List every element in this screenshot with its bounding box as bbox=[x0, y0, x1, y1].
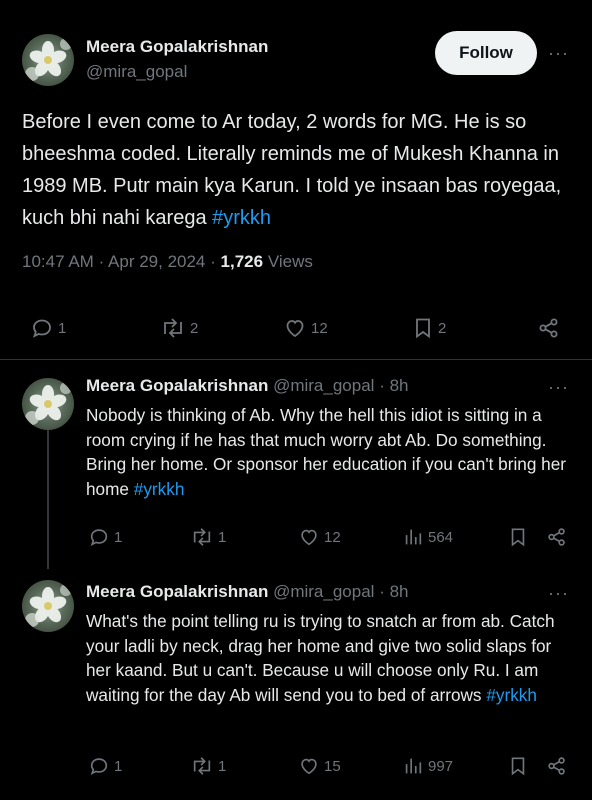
reply-text: Nobody is thinking of Ab. Why the hell t… bbox=[86, 403, 576, 501]
flower-icon bbox=[25, 584, 72, 627]
like-button[interactable]: 12 bbox=[298, 526, 341, 548]
share-button[interactable] bbox=[546, 526, 568, 548]
share-icon bbox=[548, 528, 565, 546]
reply-age[interactable]: 8h bbox=[390, 376, 409, 395]
views-button[interactable]: 997 bbox=[402, 755, 453, 777]
tweet-text: Before I even come to Ar today, 2 words … bbox=[22, 106, 577, 234]
author-name[interactable]: Meera Gopalakrishnan bbox=[86, 582, 268, 601]
avatar[interactable] bbox=[22, 580, 74, 632]
repost-count: 2 bbox=[190, 319, 199, 337]
author-name[interactable]: Meera Gopalakrishnan bbox=[86, 376, 268, 395]
follow-button[interactable]: Follow bbox=[435, 31, 537, 75]
repost-icon bbox=[193, 757, 211, 775]
tweet-body: Before I even come to Ar today, 2 words … bbox=[22, 111, 562, 229]
reply-icon bbox=[32, 319, 51, 338]
separator: · bbox=[379, 582, 385, 601]
reply-count: 1 bbox=[58, 319, 67, 337]
reply-age[interactable]: 8h bbox=[390, 582, 409, 601]
repost-icon bbox=[193, 528, 211, 546]
bookmark-icon bbox=[511, 528, 525, 547]
repost-count: 1 bbox=[218, 757, 227, 775]
tweet-meta: 10:47 AM · Apr 29, 2024 · 1,726 Views bbox=[22, 252, 313, 272]
like-count: 15 bbox=[324, 757, 341, 775]
reply-text: What's the point telling ru is trying to… bbox=[86, 609, 576, 707]
views-icon bbox=[405, 758, 422, 774]
author-handle[interactable]: @mira_gopal bbox=[86, 62, 187, 82]
like-icon bbox=[301, 529, 317, 546]
repost-icon bbox=[164, 318, 182, 338]
reply-count: 1 bbox=[114, 528, 123, 546]
tweet-date[interactable]: Apr 29, 2024 bbox=[108, 252, 205, 271]
flower-icon bbox=[25, 38, 72, 81]
share-icon bbox=[539, 318, 558, 338]
author-name[interactable]: Meera Gopalakrishnan bbox=[86, 37, 268, 57]
reply-count: 1 bbox=[114, 757, 123, 775]
views-button[interactable]: 564 bbox=[402, 526, 453, 548]
bookmark-icon bbox=[416, 318, 430, 339]
more-icon[interactable]: ··· bbox=[548, 378, 569, 396]
share-button[interactable] bbox=[546, 755, 568, 777]
bookmark-button[interactable] bbox=[508, 755, 528, 777]
thread-connector bbox=[47, 424, 49, 569]
separator: · bbox=[379, 376, 385, 395]
author-handle[interactable]: @mira_gopal bbox=[273, 582, 374, 601]
like-button[interactable]: 12 bbox=[283, 316, 328, 340]
author-handle[interactable]: @mira_gopal bbox=[273, 376, 374, 395]
reply-icon bbox=[90, 758, 108, 775]
views-icon bbox=[405, 529, 422, 545]
bookmark-icon bbox=[511, 757, 525, 776]
separator: · bbox=[210, 252, 216, 271]
avatar[interactable] bbox=[22, 378, 74, 430]
like-icon bbox=[301, 758, 317, 775]
more-icon[interactable]: ··· bbox=[548, 584, 569, 602]
separator: · bbox=[98, 252, 105, 271]
views-count: 997 bbox=[428, 757, 454, 775]
reply-header: Meera Gopalakrishnan @mira_gopal · 8h bbox=[86, 582, 409, 602]
like-button[interactable]: 15 bbox=[298, 755, 341, 777]
bookmark-count: 2 bbox=[438, 319, 447, 337]
tweet-time[interactable]: 10:47 AM bbox=[22, 252, 94, 271]
avatar[interactable] bbox=[22, 34, 74, 86]
divider bbox=[0, 359, 592, 360]
reply-body: What's the point telling ru is trying to… bbox=[86, 611, 555, 705]
like-count: 12 bbox=[311, 319, 328, 337]
reply-button[interactable]: 1 bbox=[30, 316, 66, 340]
bookmark-button[interactable] bbox=[508, 526, 528, 548]
hashtag-link[interactable]: #yrkkh bbox=[134, 479, 185, 499]
reply-header: Meera Gopalakrishnan @mira_gopal · 8h bbox=[86, 376, 409, 396]
share-icon bbox=[548, 757, 565, 775]
views-count: 564 bbox=[428, 528, 454, 546]
bookmark-button[interactable]: 2 bbox=[412, 316, 446, 340]
repost-button[interactable]: 2 bbox=[160, 316, 198, 340]
repost-button[interactable]: 1 bbox=[190, 526, 226, 548]
repost-count: 1 bbox=[218, 528, 227, 546]
like-count: 12 bbox=[324, 528, 341, 546]
hashtag-link[interactable]: #yrkkh bbox=[486, 685, 537, 705]
more-icon[interactable]: ··· bbox=[548, 44, 569, 62]
reply-icon bbox=[90, 529, 108, 546]
hashtag-link[interactable]: #yrkkh bbox=[212, 207, 271, 229]
views-label[interactable]: Views bbox=[268, 252, 313, 271]
share-button[interactable] bbox=[537, 316, 561, 340]
views-count[interactable]: 1,726 bbox=[221, 252, 264, 271]
reply-button[interactable]: 1 bbox=[88, 755, 122, 777]
reply-button[interactable]: 1 bbox=[88, 526, 122, 548]
like-icon bbox=[286, 320, 304, 338]
repost-button[interactable]: 1 bbox=[190, 755, 226, 777]
flower-icon bbox=[25, 382, 72, 425]
